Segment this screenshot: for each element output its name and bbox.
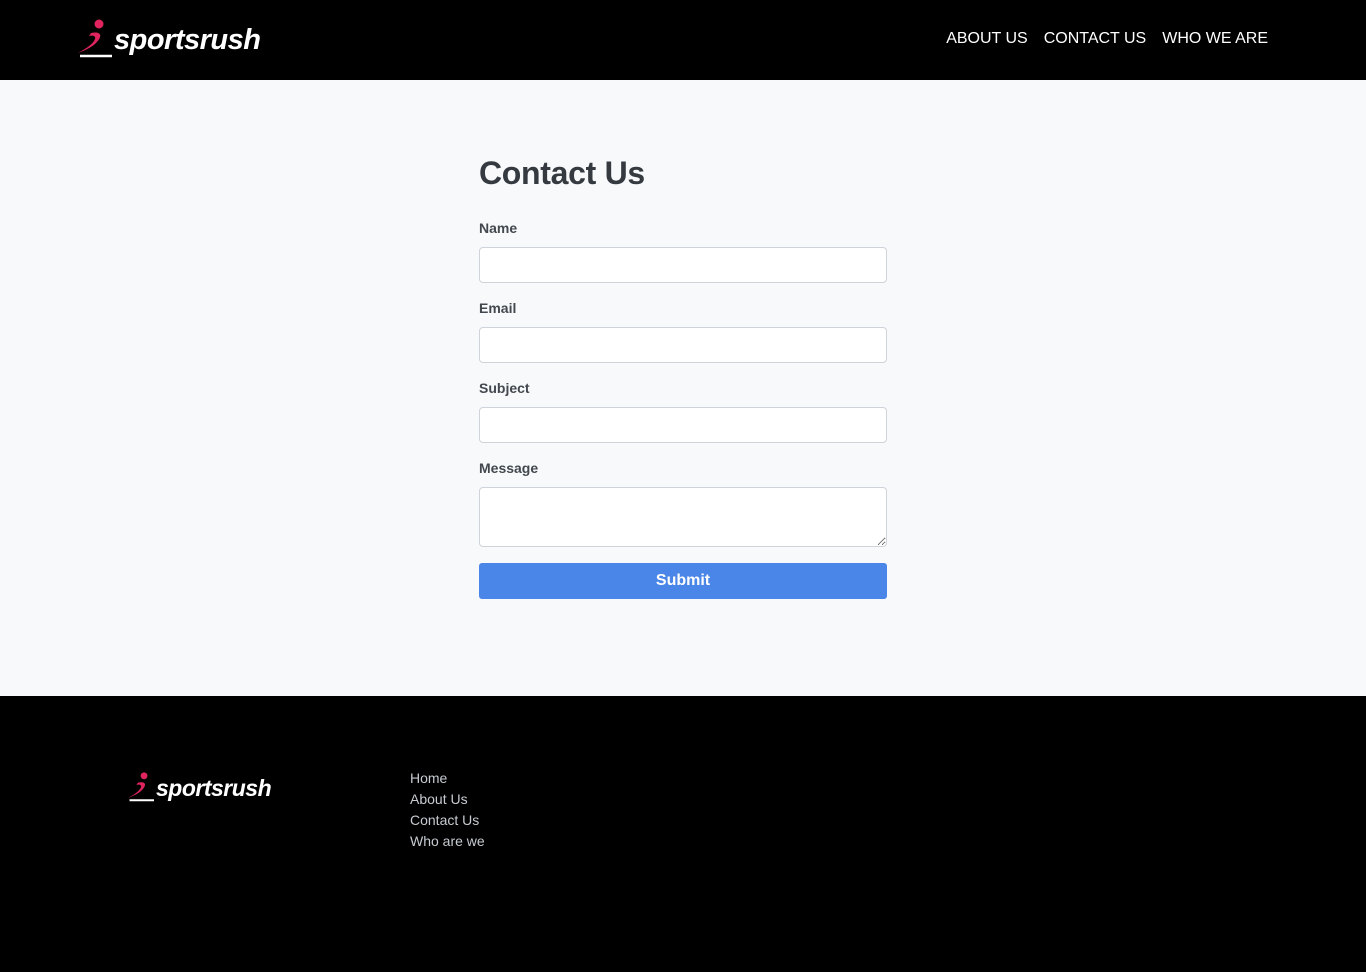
footer-link-home[interactable]: Home bbox=[410, 770, 447, 786]
brand-logo[interactable]: sportsrush bbox=[78, 16, 261, 64]
footer-link-about-us[interactable]: About Us bbox=[410, 791, 468, 807]
runner-icon bbox=[78, 19, 112, 58]
message-label: Message bbox=[479, 460, 539, 476]
main-nav: ABOUT US CONTACT US WHO WE ARE bbox=[946, 29, 1268, 49]
main-content: Contact Us Name Email Subject Message Su… bbox=[0, 80, 1366, 696]
subject-field-group: Subject bbox=[479, 380, 887, 443]
submit-button[interactable]: Submit bbox=[479, 563, 887, 599]
nav-item-who-we-are[interactable]: WHO WE ARE bbox=[1162, 29, 1268, 49]
list-item: About Us bbox=[410, 789, 485, 810]
contact-form: Contact Us Name Email Subject Message Su… bbox=[479, 154, 887, 599]
footer-link-who-are-we[interactable]: Who are we bbox=[410, 833, 485, 849]
footer-logo[interactable]: sportsrush bbox=[128, 768, 272, 808]
list-item: Contact Us bbox=[410, 810, 485, 831]
brand-name: sportsrush bbox=[114, 23, 261, 56]
footer-link-contact-us[interactable]: Contact Us bbox=[410, 812, 479, 828]
list-item: Who are we bbox=[410, 831, 485, 852]
email-input[interactable] bbox=[479, 327, 887, 363]
list-item: Home bbox=[410, 768, 485, 789]
subject-label: Subject bbox=[479, 380, 530, 396]
page-title: Contact Us bbox=[479, 155, 645, 191]
subject-input[interactable] bbox=[479, 407, 887, 443]
name-input[interactable] bbox=[479, 247, 887, 283]
footer-links: Home About Us Contact Us Who are we bbox=[410, 768, 485, 852]
message-field-group: Message bbox=[479, 460, 887, 547]
email-field-group: Email bbox=[479, 300, 887, 363]
nav-item-contact-us[interactable]: CONTACT US bbox=[1044, 29, 1147, 49]
footer-brand-name: sportsrush bbox=[156, 774, 272, 801]
name-field-group: Name bbox=[479, 220, 887, 283]
site-header: sportsrush ABOUT US CONTACT US WHO WE AR… bbox=[0, 0, 1366, 80]
nav-item-about-us[interactable]: ABOUT US bbox=[946, 29, 1028, 49]
message-textarea[interactable] bbox=[479, 487, 887, 547]
name-label: Name bbox=[479, 220, 518, 236]
email-label: Email bbox=[479, 300, 517, 316]
runner-icon bbox=[128, 772, 154, 802]
site-footer: sportsrush Home About Us Contact Us Who … bbox=[0, 696, 1366, 972]
